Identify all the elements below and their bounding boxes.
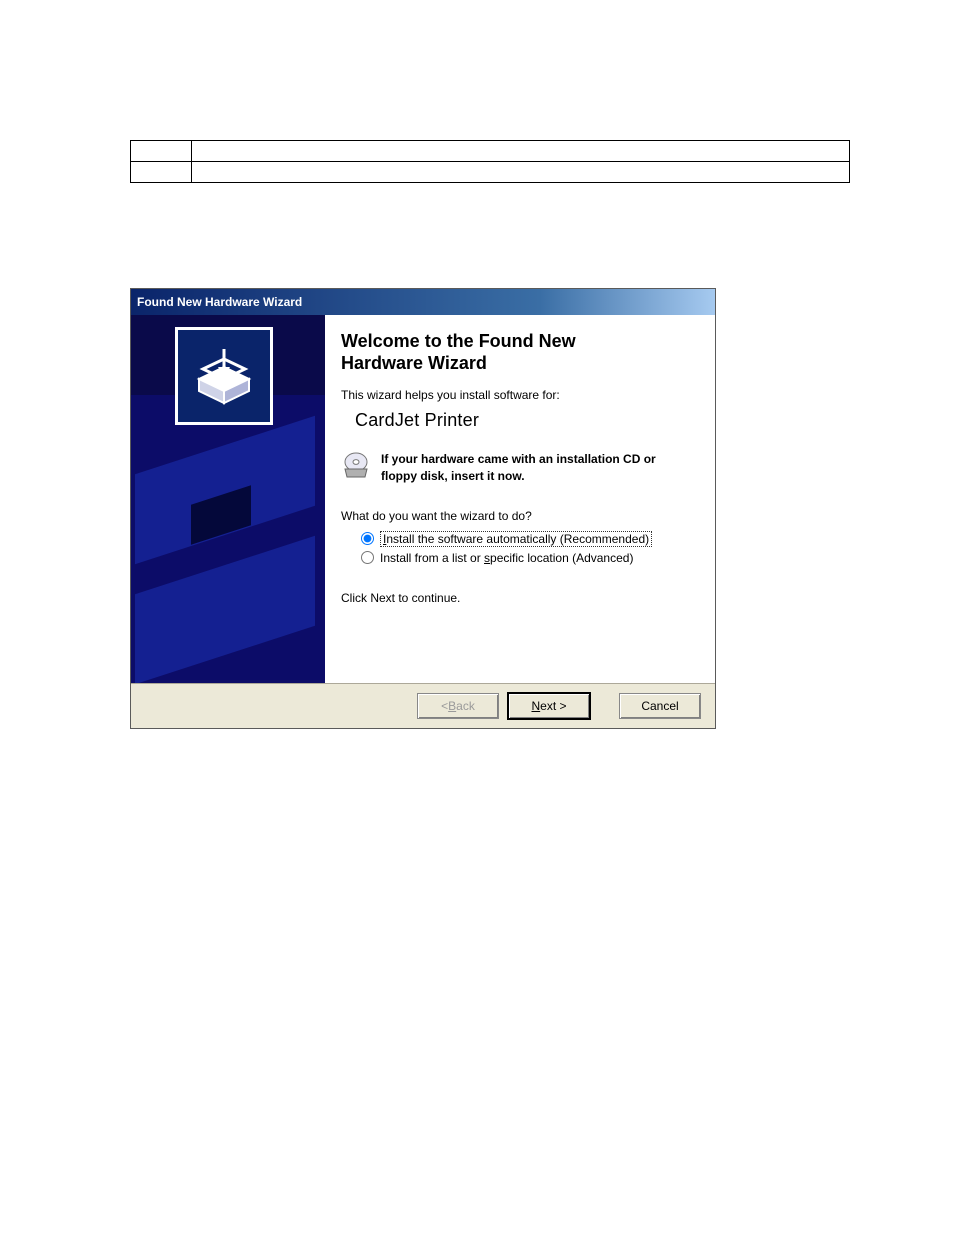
option-install-from-list[interactable]: Install from a list or specific location… (361, 551, 695, 565)
back-button: < Back (417, 693, 499, 719)
instruction-table (130, 140, 850, 183)
cd-icon (341, 451, 371, 484)
wizard-content: Welcome to the Found New Hardware Wizard… (325, 315, 715, 683)
device-name: CardJet Printer (355, 410, 695, 431)
table-cell (131, 141, 192, 162)
wizard-sidebar-graphic (131, 315, 325, 683)
wizard-heading: Welcome to the Found New Hardware Wizard (341, 331, 695, 374)
table-row (131, 141, 850, 162)
hardware-icon (175, 327, 273, 425)
option-install-automatically[interactable]: Install the software automatically (Reco… (361, 531, 695, 547)
wizard-button-bar: < Back Next > Cancel (131, 683, 715, 728)
table-cell (192, 141, 850, 162)
found-new-hardware-wizard-dialog: Found New Hardware Wizard (130, 288, 716, 729)
dialog-titlebar[interactable]: Found New Hardware Wizard (131, 289, 715, 315)
table-row (131, 162, 850, 183)
radio-install-from-list[interactable] (361, 551, 374, 564)
wizard-intro-text: This wizard helps you install software f… (341, 388, 695, 402)
cancel-button[interactable]: Cancel (619, 693, 701, 719)
dialog-title: Found New Hardware Wizard (137, 295, 302, 309)
click-next-text: Click Next to continue. (341, 591, 695, 605)
wizard-prompt: What do you want the wizard to do? (341, 509, 695, 523)
cd-insert-message: If your hardware came with an installati… (381, 451, 695, 485)
radio-install-automatically[interactable] (361, 532, 374, 545)
next-button[interactable]: Next > (507, 692, 591, 720)
table-cell (192, 162, 850, 183)
table-cell (131, 162, 192, 183)
